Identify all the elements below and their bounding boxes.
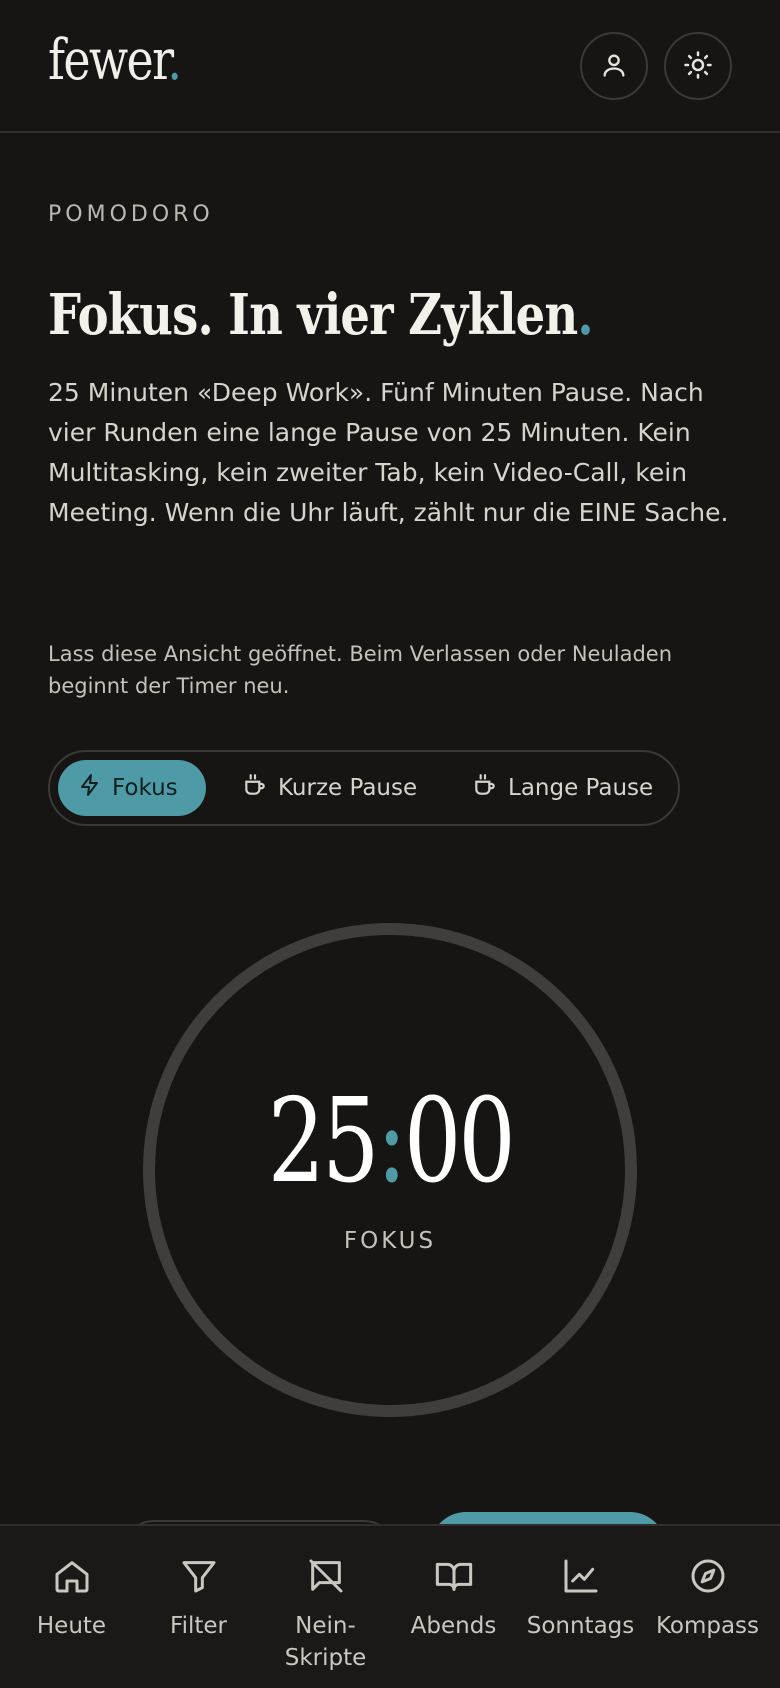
nav-item-abends[interactable]: Abends <box>390 1526 517 1688</box>
brand-logo[interactable]: fewer. <box>48 28 182 93</box>
nav-label: Filter <box>170 1613 227 1639</box>
mode-tab-lange-pause[interactable]: Lange Pause <box>452 760 673 816</box>
mode-tab-fokus[interactable]: Fokus <box>58 760 206 816</box>
compass-icon <box>688 1556 728 1600</box>
coffee-cup-icon <box>242 772 268 804</box>
app-header: fewer. <box>0 0 780 133</box>
mode-label: Kurze Pause <box>278 775 418 801</box>
message-off-icon <box>306 1556 346 1600</box>
mode-label: Lange Pause <box>508 775 654 801</box>
user-icon <box>600 51 628 82</box>
nav-item-nein-skripte[interactable]: Nein- Skripte <box>262 1526 389 1688</box>
mode-switcher: Fokus Kurze Pause Lange Pause <box>48 750 680 826</box>
page-title: Fokus. In vier Zyklen. <box>48 282 594 348</box>
book-open-icon <box>434 1556 474 1600</box>
intro-paragraph: 25 Minuten «Deep Work». Fünf Minuten Pau… <box>48 378 729 527</box>
coffee-cup-icon <box>472 772 498 804</box>
timer-note: Lass diese Ansicht geöffnet. Beim Verlas… <box>48 642 673 698</box>
nav-label: Kompass <box>655 1613 760 1639</box>
nav-item-kompass[interactable]: Kompass <box>644 1526 771 1688</box>
nav-item-filter[interactable]: Filter <box>135 1526 262 1688</box>
nav-item-heute[interactable]: Heute <box>8 1526 135 1688</box>
timer-mode-label: FOKUS <box>343 1228 437 1254</box>
account-button[interactable] <box>580 32 648 100</box>
lightning-icon <box>78 773 102 803</box>
home-icon <box>52 1556 92 1600</box>
timer-seconds: 00 <box>403 1074 516 1209</box>
nav-item-sonntags[interactable]: Sonntags <box>517 1526 644 1688</box>
section-eyebrow: POMODORO <box>48 202 214 227</box>
nav-label: Nein- Skripte <box>284 1613 367 1671</box>
timer-display: 25:00 <box>0 1072 780 1212</box>
theme-toggle-button[interactable] <box>664 32 732 100</box>
timer-colon: : <box>376 1074 407 1209</box>
nav-label: Sonntags <box>526 1613 635 1639</box>
mode-tab-kurze-pause[interactable]: Kurze Pause <box>222 760 437 816</box>
bottom-nav: Heute Filter Nein- Skripte Abends Sonnta… <box>0 1524 780 1688</box>
nav-label: Heute <box>36 1613 107 1639</box>
pomodoro-page: fewer. POMODORO Fokus. In vier Zyklen. 2… <box>0 0 780 1688</box>
mode-label: Fokus <box>112 775 178 801</box>
chart-line-icon <box>561 1556 601 1600</box>
sun-icon <box>683 50 713 83</box>
filter-icon <box>179 1556 219 1600</box>
timer-minutes: 25 <box>267 1074 379 1209</box>
nav-label: Abends <box>410 1613 497 1639</box>
